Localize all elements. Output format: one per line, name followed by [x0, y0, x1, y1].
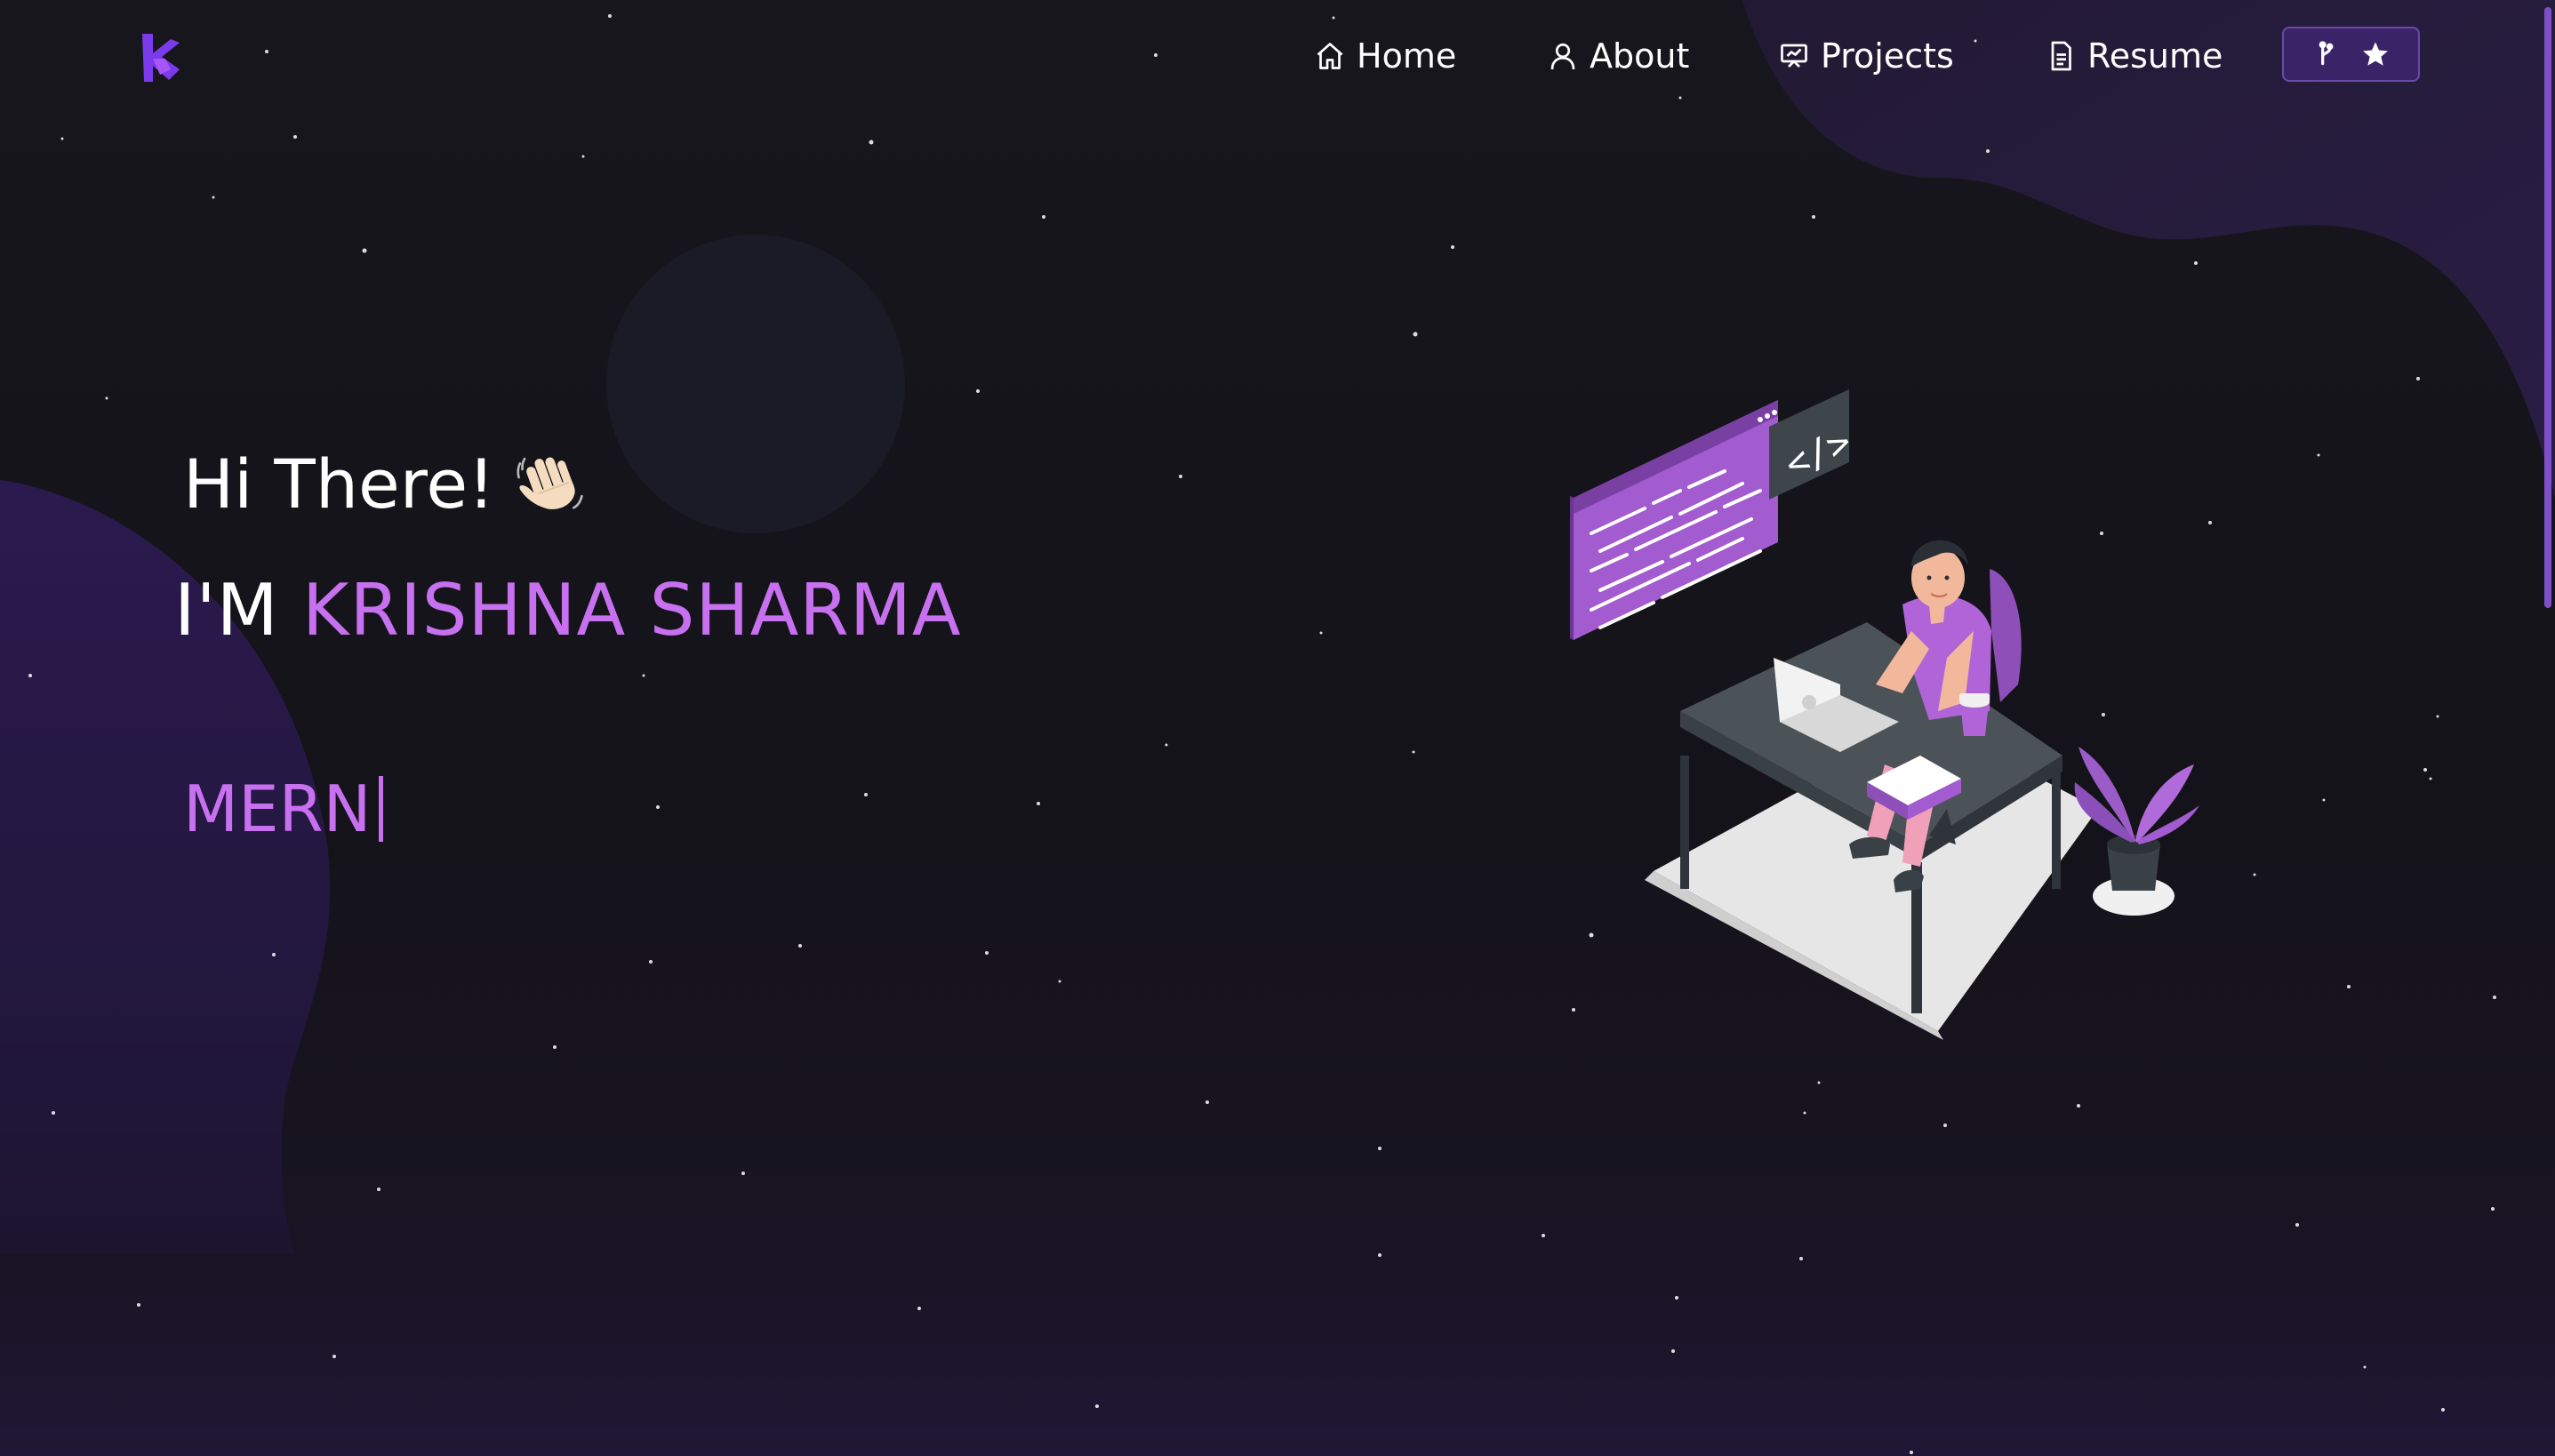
nav-item-projects[interactable]: Projects: [1778, 32, 1954, 80]
presentation-icon: [1781, 44, 1807, 68]
typewriter-text: MERN: [183, 772, 372, 846]
nav-label-resume: Resume: [2087, 36, 2223, 76]
hero-name: KRISHNA SHARMA: [302, 569, 962, 652]
github-fork-star-button[interactable]: [2282, 27, 2420, 82]
nav-item-about[interactable]: About: [1547, 32, 1689, 80]
scrollbar-thumb[interactable]: [2544, 7, 2551, 608]
waving-hand-icon: [516, 457, 583, 509]
nav-label-home: Home: [1357, 36, 1457, 76]
home-icon: [1317, 43, 1343, 69]
ks-monogram-logo-icon[interactable]: [139, 34, 183, 82]
intro-prefix: I'M: [174, 569, 279, 652]
nav-item-home[interactable]: Home: [1314, 32, 1456, 80]
background-bottom-glow: [0, 1156, 2555, 1456]
page: Home About Projects Resume Hi There! I'M…: [0, 0, 2555, 1456]
greeting-text: Hi There!: [183, 444, 495, 524]
git-fork-icon: [2319, 41, 2333, 66]
background-circle: [606, 235, 905, 533]
nav-label-projects: Projects: [1821, 36, 1954, 76]
typewriter-cursor: [378, 776, 383, 842]
nav-label-about: About: [1590, 36, 1690, 76]
navbar: Home About Projects Resume: [0, 0, 2555, 110]
hero-intro: I'M KRISHNA SHARMA: [174, 569, 962, 652]
developer-at-desk-illustration: </>: [1570, 389, 2199, 1040]
typewriter: MERN: [183, 772, 383, 846]
user-icon: [1550, 43, 1575, 70]
hero-greeting: Hi There!: [183, 444, 588, 524]
star-icon: [2362, 42, 2388, 66]
document-icon: [2051, 41, 2071, 71]
nav-item-resume[interactable]: Resume: [2045, 32, 2223, 80]
